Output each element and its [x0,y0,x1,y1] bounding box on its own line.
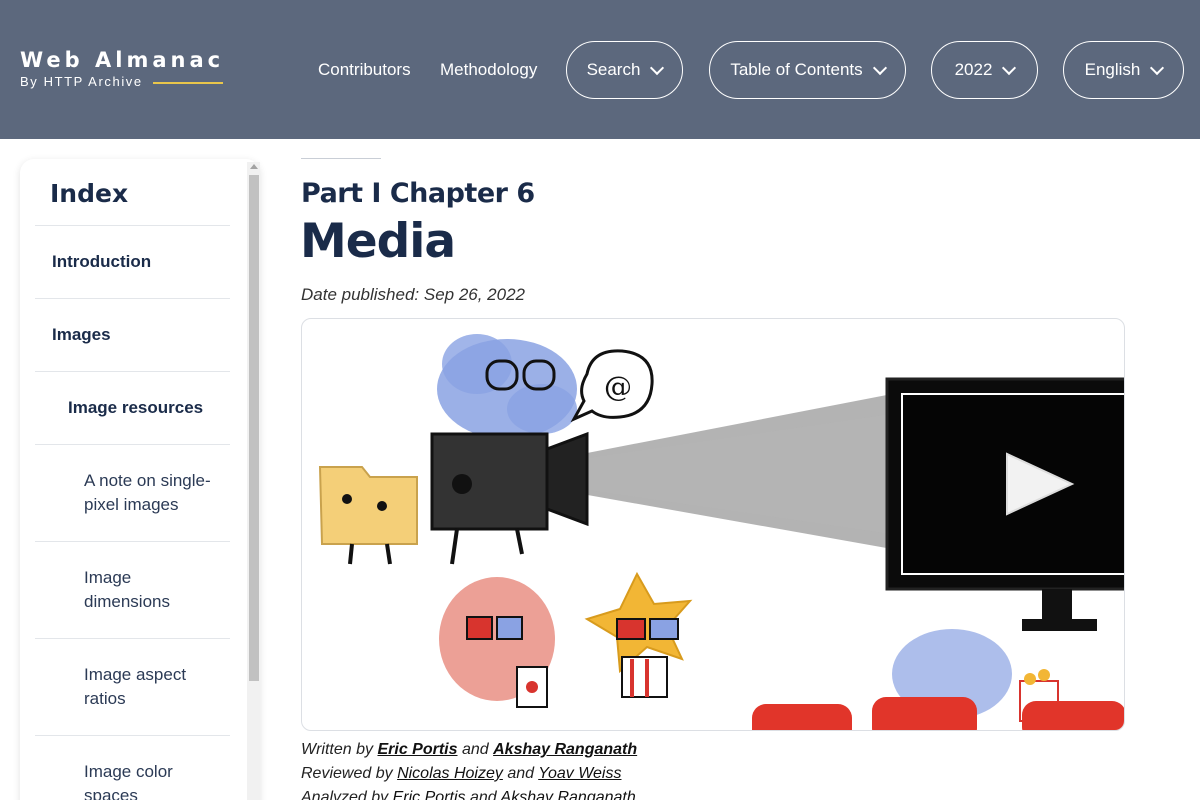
chapter-credits: Written by Eric Portis and Akshay Rangan… [301,738,637,800]
and-text: and [507,765,535,782]
sidebar-item-color-spaces[interactable]: Image color spaces [35,735,230,800]
index-list: Introduction Images Image resources A no… [35,225,230,800]
nav-contributors[interactable]: Contributors [318,58,411,82]
sidebar-item-image-dimensions[interactable]: Image dimensions [35,541,230,638]
brand-subtitle: By HTTP Archive [20,74,224,90]
chapter-label: Part I Chapter 6 [301,178,535,209]
and-text: and [461,741,489,758]
reviewer-link-nicolas-hoizey[interactable]: Nicolas Hoizey [397,765,503,782]
written-by-row: Written by Eric Portis and Akshay Rangan… [301,738,637,762]
language-label: English [1084,60,1141,79]
brand-title: Web Almanac [20,48,225,72]
analyst-link-eric-portis[interactable]: Eric Portis [393,789,466,800]
publish-date: Date published: Sep 26, 2022 [301,285,526,304]
sidebar-scroll-thumb[interactable] [249,175,259,681]
year-label: 2022 [954,60,993,79]
year-dropdown[interactable]: 2022 [931,41,1038,99]
brand-subtitle-text: By HTTP Archive [20,74,143,89]
reviewed-by-row: Reviewed by Nicolas Hoizey and Yoav Weis… [301,762,637,786]
language-dropdown[interactable]: English [1063,41,1184,99]
sidebar-item-image-resources[interactable]: Image resources [35,371,230,444]
analyzed-by-row: Analyzed by Eric Portis and Akshay Ranga… [301,786,637,800]
chevron-down-icon [650,60,665,75]
reviewed-by-label: Reviewed by [301,765,393,782]
sidebar-item-single-pixel[interactable]: A note on single-pixel images [35,444,230,541]
sidebar-item-aspect-ratios[interactable]: Image aspect ratios [35,638,230,735]
svg-text:@: @ [604,370,632,403]
toc-dropdown[interactable]: Table of Contents [709,41,906,99]
chapter-hero-illustration: @ [301,318,1125,731]
site-logo[interactable]: Web Almanac By HTTP Archive [20,46,224,90]
and-text: and [469,789,497,800]
search-dropdown[interactable]: Search [566,41,683,99]
hero-illustration-svg: @ [318,334,1124,730]
index-sidebar: Index Introduction Images Image resource… [20,159,260,800]
written-by-label: Written by [301,741,374,758]
brand-underline [152,81,223,84]
nav-methodology[interactable]: Methodology [440,58,537,82]
chevron-down-icon [1150,60,1165,75]
index-title: Index [50,179,129,208]
search-label: Search [586,60,641,79]
page-title: Media [300,214,456,269]
title-divider [301,158,381,159]
sidebar-item-images[interactable]: Images [35,298,230,371]
chevron-down-icon [872,60,887,75]
chevron-down-icon [1002,60,1017,75]
site-header: Web Almanac By HTTP Archive Contributors… [0,0,1200,139]
scroll-up-arrow-icon[interactable] [250,164,258,169]
sidebar-item-introduction[interactable]: Introduction [35,225,230,298]
author-link-akshay-ranganath[interactable]: Akshay Ranganath [493,741,637,758]
toc-label: Table of Contents [730,60,863,79]
analyzed-by-label: Analyzed by [301,789,389,800]
reviewer-link-yoav-weiss[interactable]: Yoav Weiss [538,765,621,782]
analyst-link-akshay-ranganath[interactable]: Akshay Ranganath [501,789,636,800]
author-link-eric-portis[interactable]: Eric Portis [377,741,457,758]
